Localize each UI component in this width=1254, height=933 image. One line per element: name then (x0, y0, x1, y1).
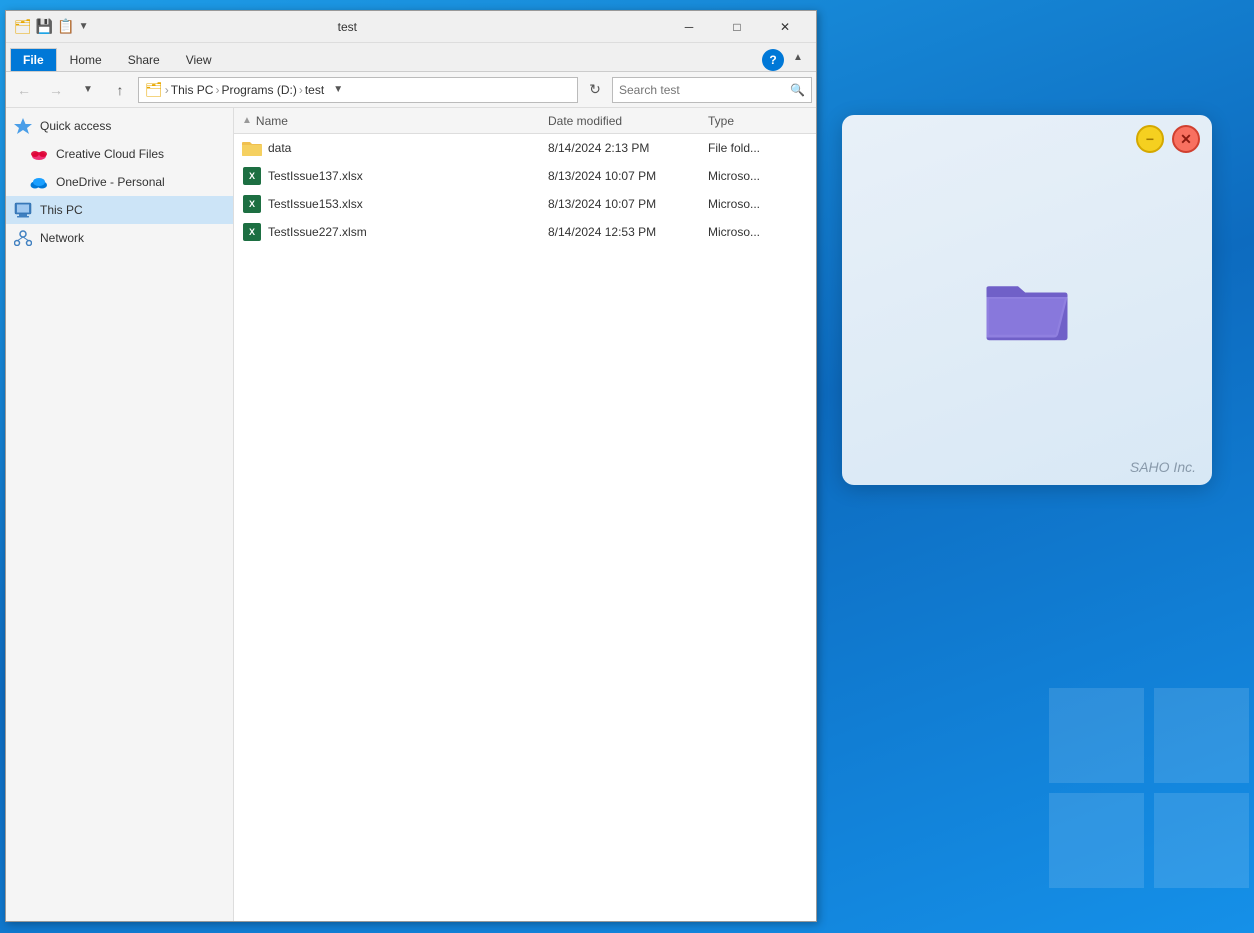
breadcrumb: 🗂 › This PC › Programs (D:) › test (145, 81, 324, 98)
address-input[interactable]: 🗂 › This PC › Programs (D:) › test ▼ (138, 77, 578, 103)
sidebar-item-creative-cloud[interactable]: Creative Cloud Files (6, 140, 233, 168)
search-icon[interactable]: 🔍 (790, 83, 805, 97)
file-type: File fold... (708, 141, 808, 155)
tab-share[interactable]: Share (115, 48, 173, 71)
saho-footer: SAHO Inc. (842, 449, 1212, 485)
address-bar: ← → ▼ ↑ 🗂 › This PC › Programs (D:) › te… (6, 72, 816, 108)
forward-button[interactable]: → (42, 76, 70, 104)
table-row[interactable]: X TestIssue153.xlsx 8/13/2024 10:07 PM M… (234, 190, 816, 218)
saho-close-button[interactable]: ✕ (1172, 125, 1200, 153)
saho-brand-text: SAHO Inc. (1130, 459, 1196, 475)
sidebar: Quick access Creative Cloud Files (6, 108, 234, 921)
sidebar-item-network[interactable]: Network (6, 224, 233, 252)
file-name: TestIssue137.xlsx (268, 169, 548, 183)
tab-file[interactable]: File (10, 48, 57, 71)
onedrive-icon (30, 173, 48, 191)
table-row[interactable]: X TestIssue227.xlsm 8/14/2024 12:53 PM M… (234, 218, 816, 246)
col-header-name[interactable]: Name (256, 114, 548, 128)
sidebar-item-label: OneDrive - Personal (56, 175, 165, 189)
sidebar-item-this-pc[interactable]: This PC (6, 196, 233, 224)
crumb-test[interactable]: test (305, 83, 324, 97)
search-input[interactable] (619, 83, 790, 97)
sort-toggle[interactable]: ▲ (242, 115, 252, 126)
excel-icon: X (242, 194, 262, 214)
col-header-type[interactable]: Type (708, 114, 808, 128)
main-area: Quick access Creative Cloud Files (6, 108, 816, 921)
maximize-button[interactable]: □ (714, 11, 760, 43)
file-type: Microso... (708, 169, 808, 183)
back-button[interactable]: ← (10, 76, 38, 104)
folder-icon (242, 138, 262, 158)
content-area: ▲ Name Date modified Type data 8/14/2 (234, 108, 816, 921)
ribbon-expand-button[interactable]: ▲ (784, 43, 812, 71)
crumb-this-pc[interactable]: This PC (171, 83, 214, 97)
ribbon: File Home Share View ? ▲ (6, 43, 816, 72)
tab-view[interactable]: View (173, 48, 225, 71)
file-type: Microso... (708, 197, 808, 211)
title-bar: 🗂 💾 📋 ▼ test ─ □ ✕ (6, 11, 816, 43)
sidebar-item-onedrive[interactable]: OneDrive - Personal (6, 168, 233, 196)
table-row[interactable]: X TestIssue137.xlsx 8/13/2024 10:07 PM M… (234, 162, 816, 190)
network-icon (14, 229, 32, 247)
sidebar-item-label: Quick access (40, 119, 111, 133)
col-header-date[interactable]: Date modified (548, 114, 708, 128)
file-name: TestIssue227.xlsm (268, 225, 548, 239)
saho-content (842, 163, 1212, 449)
crumb-drive-icon: 🗂 (145, 81, 163, 98)
minimize-button[interactable]: ─ (666, 11, 712, 43)
ribbon-tabs: File Home Share View ? ▲ (6, 43, 816, 71)
search-box[interactable]: 🔍 (612, 77, 812, 103)
title-bar-controls: ─ □ ✕ (666, 11, 808, 43)
file-date: 8/14/2024 12:53 PM (548, 225, 708, 239)
file-name: data (268, 141, 548, 155)
tab-home[interactable]: Home (57, 48, 115, 71)
explorer-window: 🗂 💾 📋 ▼ test ─ □ ✕ File Home Share View … (5, 10, 817, 922)
crumb-programs-d[interactable]: Programs (D:) (221, 83, 296, 97)
window-title: test (29, 20, 666, 34)
saho-folder-icon (982, 266, 1072, 346)
recent-locations-button[interactable]: ▼ (74, 76, 102, 104)
sidebar-item-label: This PC (40, 203, 83, 217)
address-dropdown-button[interactable]: ▼ (328, 77, 348, 103)
up-button[interactable]: ↑ (106, 76, 134, 104)
file-type: Microso... (708, 225, 808, 239)
column-headers: ▲ Name Date modified Type (234, 108, 816, 134)
table-row[interactable]: data 8/14/2024 2:13 PM File fold... (234, 134, 816, 162)
saho-panel: − ✕ SAHO Inc. (842, 115, 1212, 485)
close-button[interactable]: ✕ (762, 11, 808, 43)
this-pc-icon (14, 201, 32, 219)
help-button[interactable]: ? (762, 49, 784, 71)
windows-flag-decoration (1024, 663, 1254, 913)
saho-minimize-button[interactable]: − (1136, 125, 1164, 153)
excel-icon: X (242, 166, 262, 186)
refresh-button[interactable]: ↻ (582, 77, 608, 103)
file-name: TestIssue153.xlsx (268, 197, 548, 211)
file-date: 8/14/2024 2:13 PM (548, 141, 708, 155)
sidebar-item-label: Network (40, 231, 84, 245)
quick-access-icon (14, 117, 32, 135)
file-list: data 8/14/2024 2:13 PM File fold... X Te… (234, 134, 816, 921)
sidebar-item-quick-access[interactable]: Quick access (6, 112, 233, 140)
saho-titlebar: − ✕ (842, 115, 1212, 163)
file-date: 8/13/2024 10:07 PM (548, 169, 708, 183)
file-date: 8/13/2024 10:07 PM (548, 197, 708, 211)
creative-cloud-icon (30, 145, 48, 163)
sidebar-item-label: Creative Cloud Files (56, 147, 164, 161)
excel-icon: X (242, 222, 262, 242)
